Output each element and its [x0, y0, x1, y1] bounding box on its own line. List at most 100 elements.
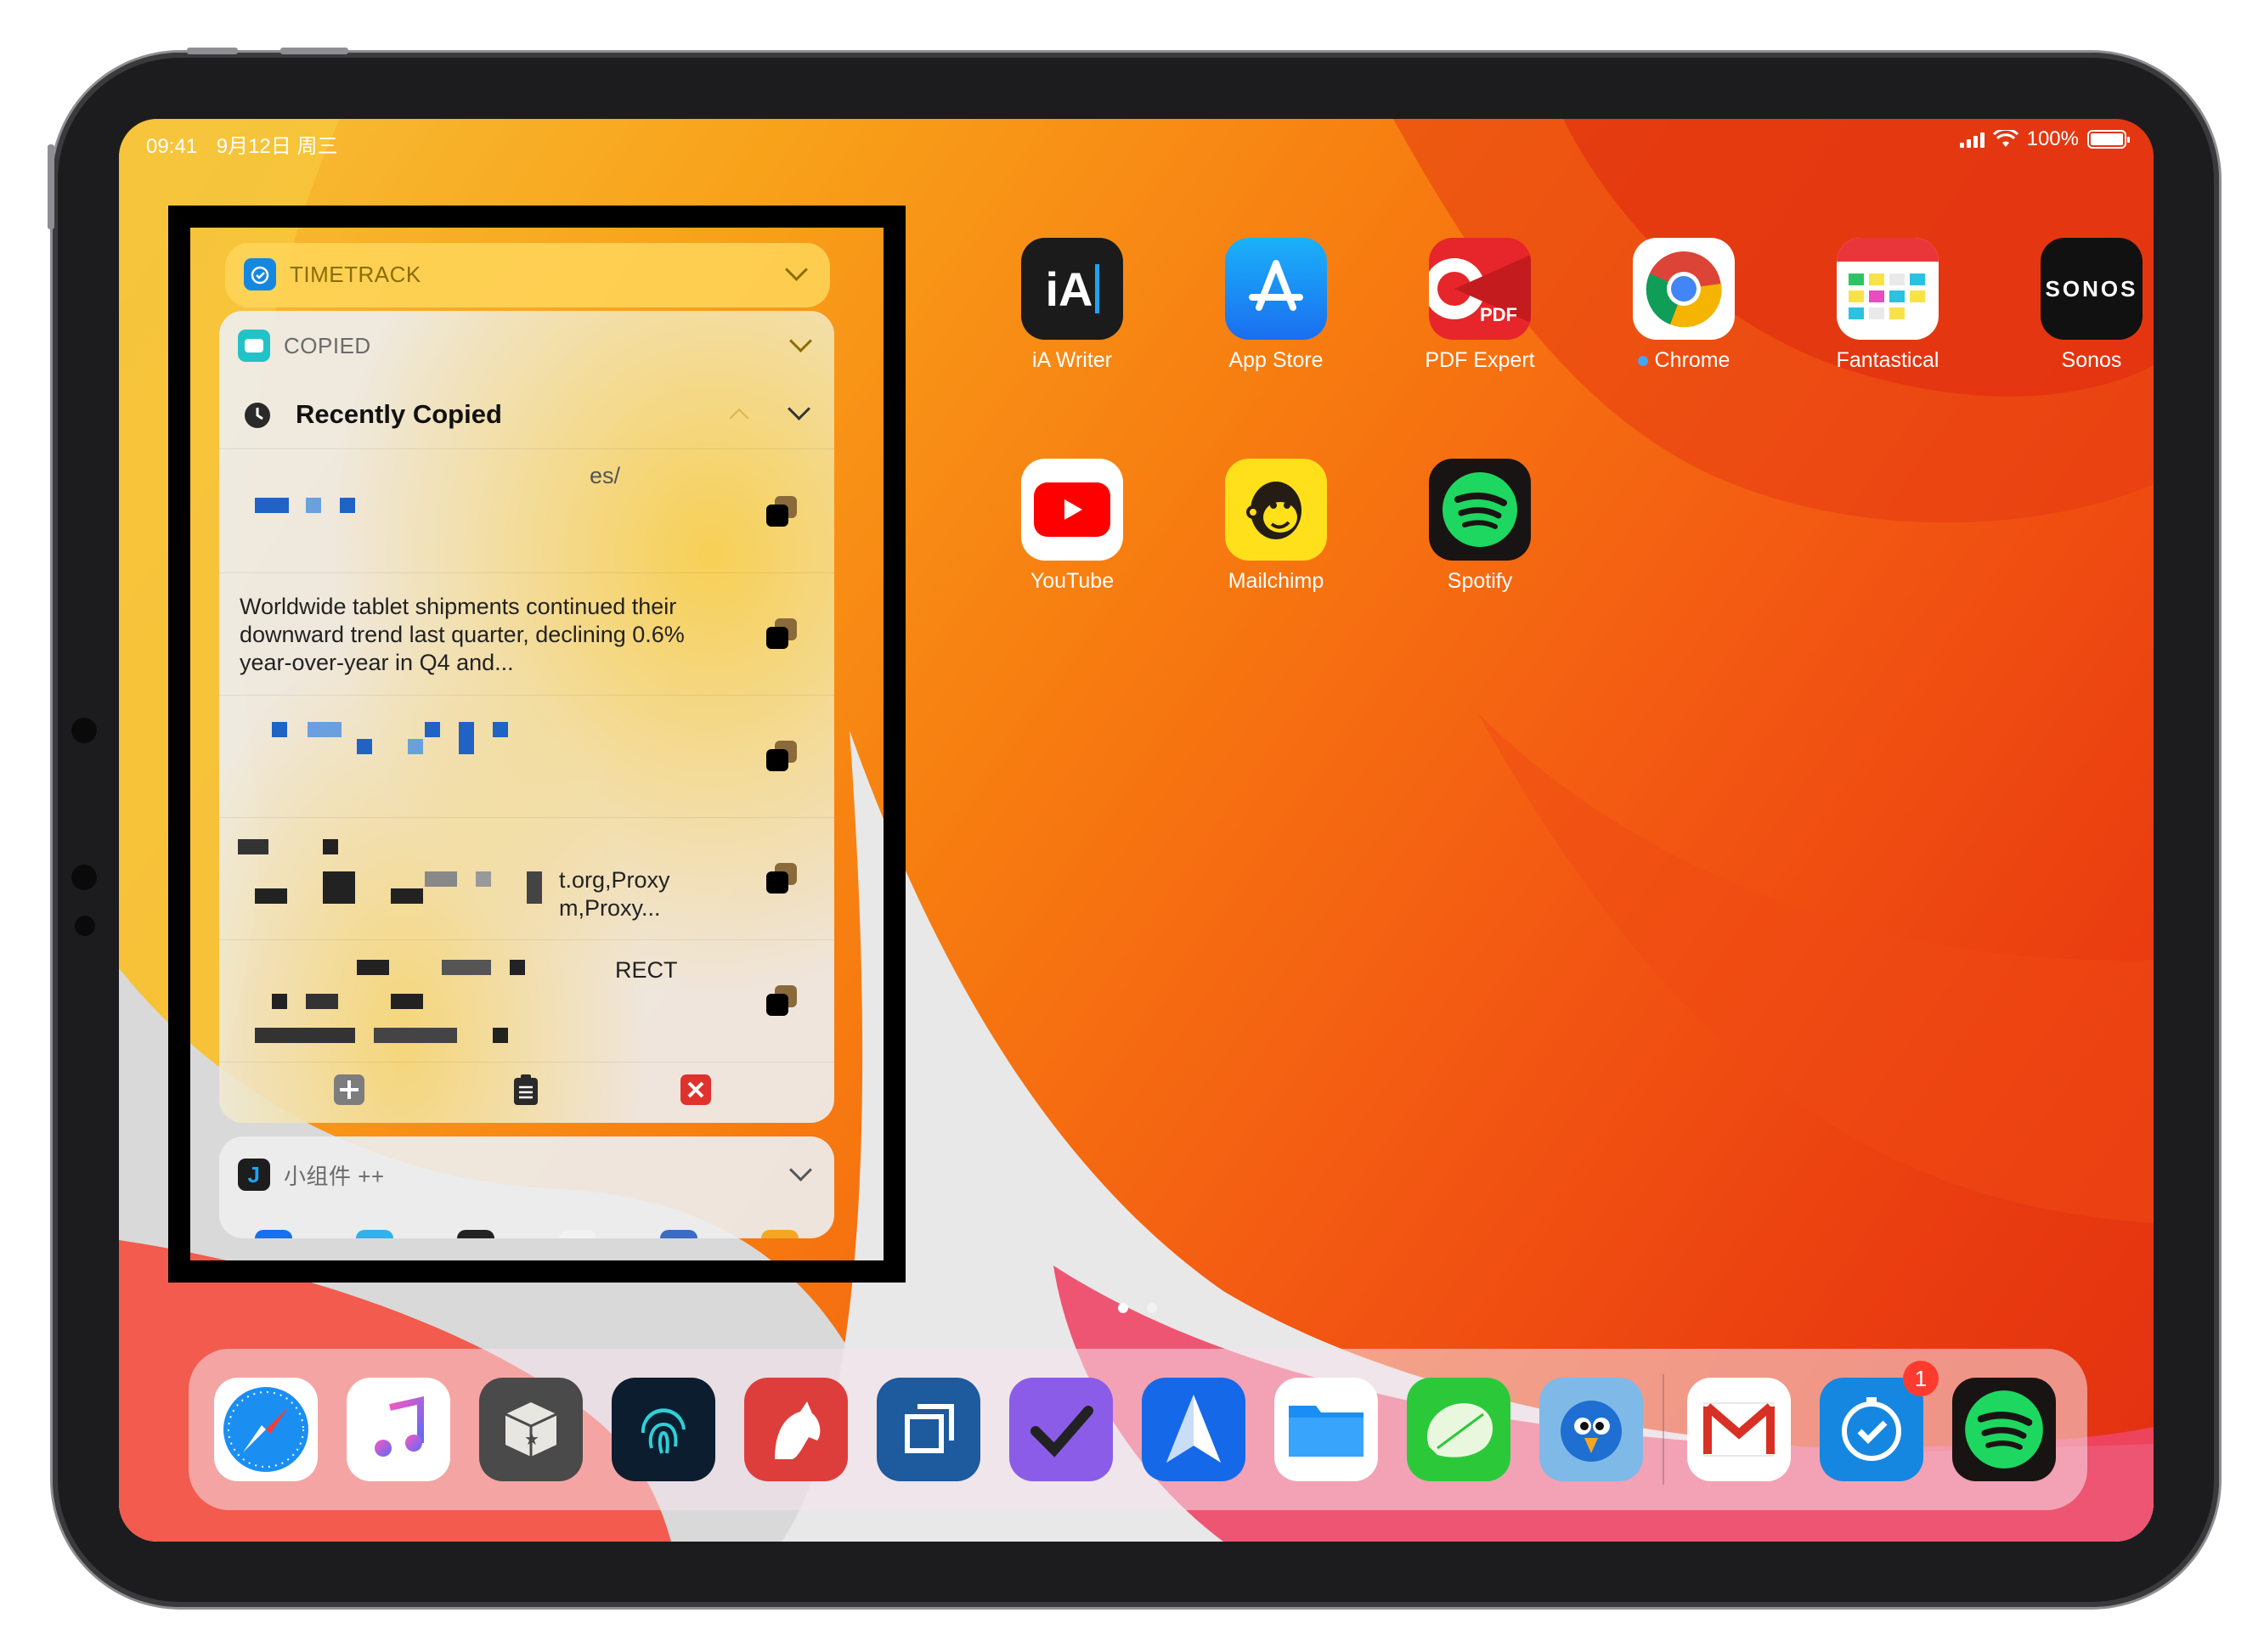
redacted-block	[255, 498, 289, 513]
redacted-block	[510, 960, 525, 975]
redacted-block	[391, 888, 423, 904]
sonos-glyph: SONOS	[2045, 275, 2138, 302]
redacted-block	[374, 1028, 457, 1043]
clip-item[interactable]: t.org,Proxy m,Proxy...	[219, 817, 834, 940]
clip-text: RECT	[615, 957, 678, 983]
music-icon[interactable]	[347, 1378, 450, 1481]
clip-item[interactable]: Worldwide tablet shipments continued the…	[219, 572, 834, 696]
widget-peek-icons	[255, 1230, 799, 1238]
app-label: PDF Expert	[1425, 348, 1535, 372]
redacted-block	[442, 960, 491, 975]
redacted-block	[493, 1028, 508, 1043]
timetrack-icon[interactable]	[1820, 1378, 1923, 1481]
status-bar: 09:41 9月12日 周三 100%	[119, 119, 2154, 161]
app-chrome[interactable]: Chrome	[1599, 238, 1769, 373]
fingerprint-icon[interactable]	[612, 1378, 715, 1481]
clock-icon	[245, 403, 270, 428]
status-indicators: 100%	[1959, 127, 2130, 151]
redacted-block	[323, 871, 355, 904]
redacted-block	[408, 739, 423, 754]
clipboard-icon[interactable]	[510, 1074, 542, 1106]
page-indicator-dot[interactable]	[1147, 1303, 1157, 1313]
add-icon[interactable]	[333, 1074, 365, 1106]
chevron-up-icon[interactable]	[729, 408, 749, 428]
widget-xiaozujian[interactable]: J 小组件 ++	[219, 1136, 834, 1238]
camera-sensor	[75, 916, 95, 936]
widget-header: TIMETRACK	[244, 258, 421, 290]
gmail-icon[interactable]	[1687, 1378, 1791, 1481]
copy-icon[interactable]	[765, 739, 799, 773]
app-pdf-expert[interactable]: PDF PDF Expert	[1395, 238, 1565, 373]
app-mailchimp[interactable]: Mailchimp	[1191, 459, 1361, 594]
copy-icon[interactable]	[765, 617, 799, 651]
spotify-icon[interactable]	[1952, 1378, 2056, 1481]
app-app-store[interactable]: App Store	[1191, 238, 1361, 373]
chevron-down-icon[interactable]	[789, 1159, 812, 1181]
volume-button	[280, 48, 348, 54]
app-label: Chrome	[1599, 348, 1769, 373]
power-button	[48, 144, 54, 229]
copied-icon	[238, 330, 270, 362]
screens-icon[interactable]	[877, 1378, 980, 1481]
redacted-block	[527, 871, 542, 904]
copy-icon[interactable]	[765, 494, 799, 528]
ia-writer-icon: iA	[1021, 238, 1123, 340]
camera-sensor	[71, 865, 97, 890]
messages-icon[interactable]	[1407, 1378, 1510, 1481]
ia-writer-glyph: iA	[1045, 262, 1093, 316]
status-time: 09:41	[146, 135, 198, 158]
copy-icon[interactable]	[765, 984, 799, 1018]
clip-item[interactable]	[219, 695, 834, 818]
status-time-date: 09:41 9月12日 周三	[146, 129, 351, 159]
fantastical-icon	[1837, 238, 1939, 340]
redacted-block	[425, 722, 440, 737]
close-icon[interactable]	[680, 1074, 712, 1106]
clip-text: Worldwide tablet shipments continued the…	[240, 594, 685, 675]
copy-icon[interactable]	[765, 861, 799, 895]
widget-copied[interactable]: COPIED Recently Copied es/ Worldwide tab…	[219, 311, 834, 1123]
safari-icon[interactable]	[214, 1378, 318, 1481]
cellular-signal-icon	[1959, 131, 1985, 148]
new-install-dot	[1637, 356, 1648, 367]
app-spotify[interactable]: Spotify	[1395, 459, 1565, 594]
app-youtube[interactable]: YouTube	[987, 459, 1157, 594]
recently-copied-header[interactable]: Recently Copied	[219, 381, 834, 449]
section-title: Recently Copied	[296, 399, 502, 429]
redacted-block	[272, 994, 287, 1009]
battery-percent: 100%	[2026, 127, 2079, 150]
notification-badge: 1	[1903, 1361, 1939, 1396]
dock-separator	[1663, 1374, 1664, 1485]
redacted-block	[340, 498, 355, 513]
redacted-block	[272, 722, 287, 737]
clip-item[interactable]: es/	[219, 450, 834, 573]
spark-icon[interactable]	[1142, 1378, 1245, 1481]
redacted-block	[255, 1028, 355, 1043]
app-label: Fantastical	[1836, 348, 1939, 372]
app-sonos[interactable]: SONOS Sonos	[2007, 238, 2154, 373]
files-icon[interactable]	[1274, 1378, 1378, 1481]
app-ia-writer[interactable]: iA iA Writer	[987, 238, 1157, 373]
svg-text:★: ★	[524, 1429, 539, 1449]
clip-item[interactable]: RECT	[219, 939, 834, 1063]
page-indicator-dot[interactable]	[1118, 1303, 1128, 1313]
omnifocus-icon[interactable]	[1009, 1378, 1113, 1481]
widget-timetrack[interactable]: TIMETRACK	[225, 243, 830, 307]
redacted-block	[308, 722, 342, 737]
pdf-glyph: PDF	[1480, 304, 1517, 325]
bundle-icon[interactable]: ★	[479, 1378, 583, 1481]
widget-header: J 小组件 ++	[238, 1159, 385, 1191]
bear-icon[interactable]	[744, 1378, 848, 1481]
clip-text: t.org,Proxy m,Proxy...	[559, 867, 670, 921]
sonos-icon: SONOS	[2041, 238, 2143, 340]
app-fantastical[interactable]: Fantastical	[1803, 238, 1973, 373]
app-label: Mailchimp	[1228, 569, 1324, 593]
spotify-icon	[1429, 459, 1531, 561]
widgets-plus-icon: J	[238, 1159, 270, 1191]
chevron-down-icon[interactable]	[785, 258, 808, 281]
redacted-block	[391, 994, 423, 1009]
status-date: 9月12日 周三	[216, 135, 338, 158]
widget-header: COPIED	[238, 330, 371, 362]
chevron-down-icon[interactable]	[788, 397, 810, 420]
tweetbot-icon[interactable]	[1539, 1378, 1643, 1481]
app-label: YouTube	[1030, 569, 1115, 593]
